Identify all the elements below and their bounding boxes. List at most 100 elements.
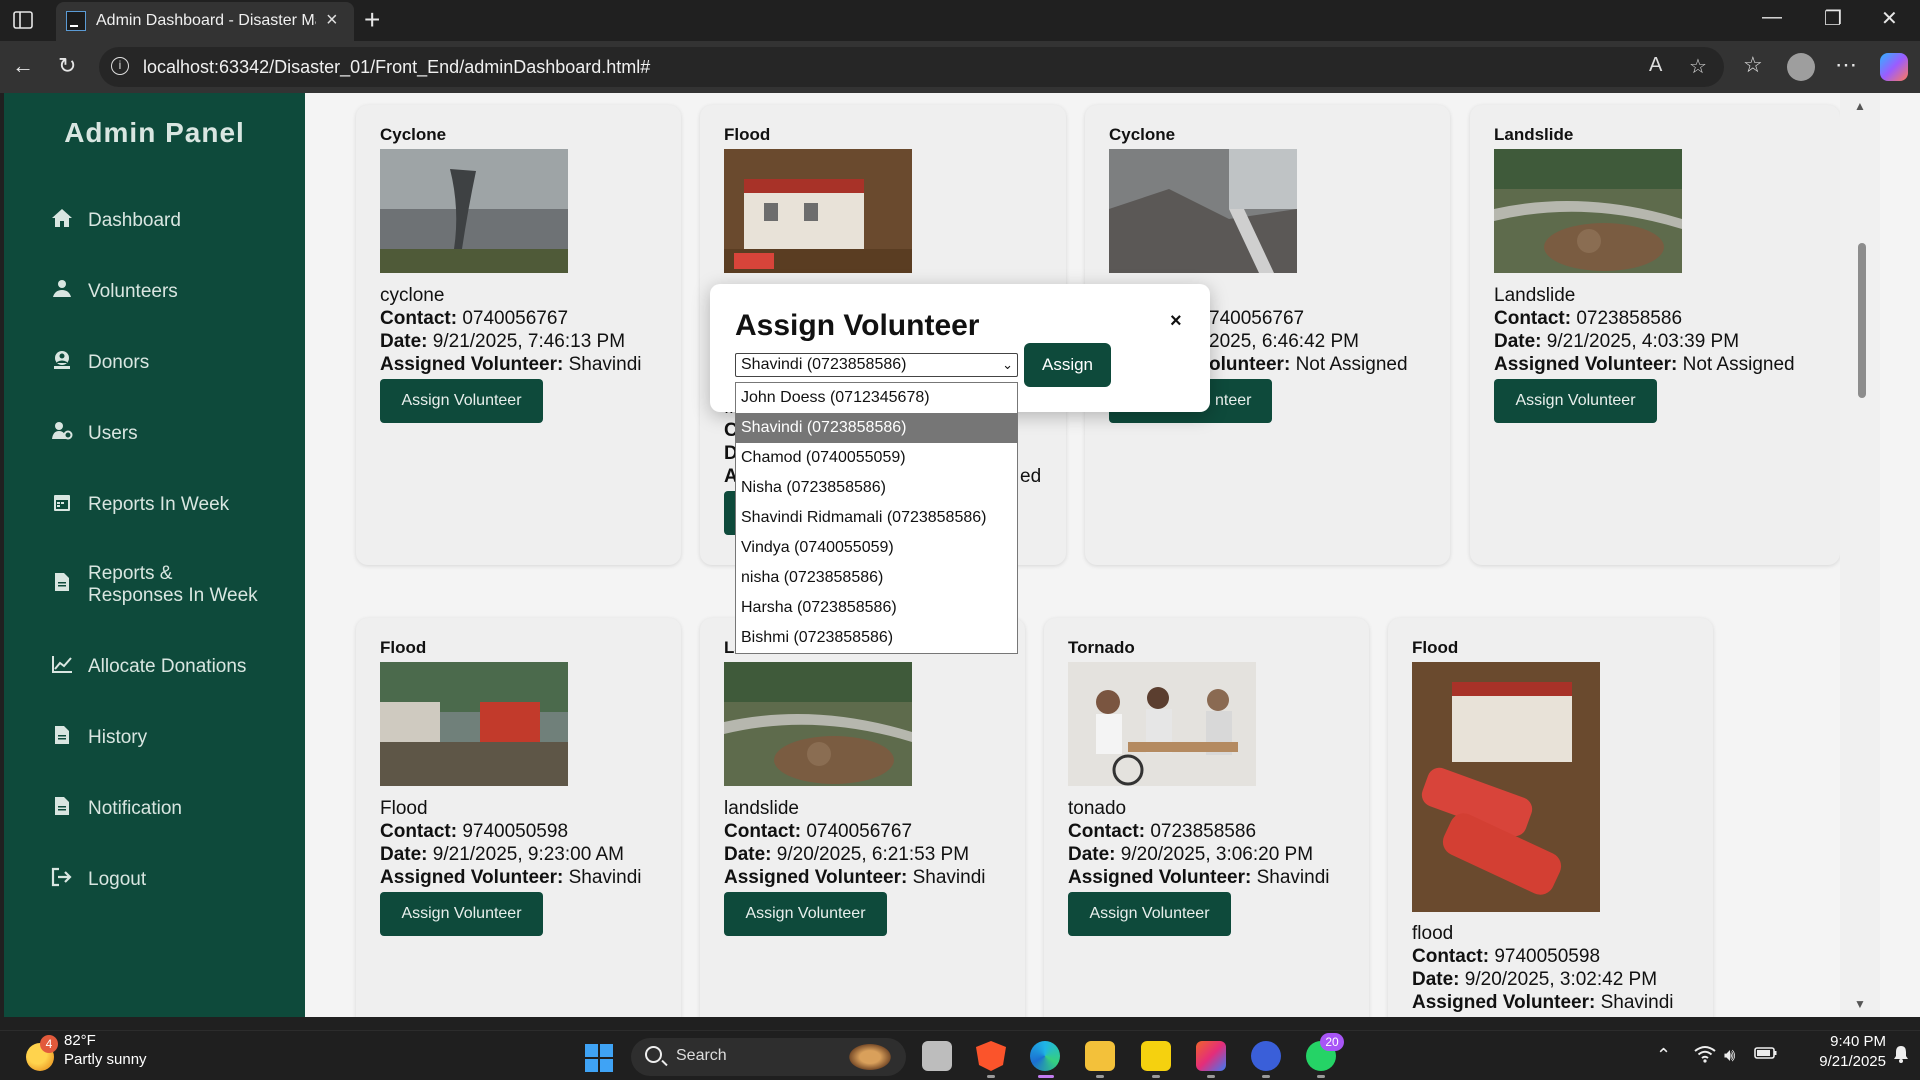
sidebar-item-donors[interactable]: Donors	[50, 350, 149, 376]
clock-time[interactable]: 9:40 PM	[1796, 1033, 1886, 1050]
volunteer-option[interactable]: Bishmi (0723858586)	[736, 623, 1017, 653]
report-description: Flood	[380, 798, 428, 819]
read-aloud-icon[interactable]: A	[1649, 54, 1662, 77]
weather-description[interactable]: Partly sunny	[64, 1051, 147, 1068]
scroll-down-icon[interactable]: ▼	[1854, 997, 1866, 1011]
disaster-type: Cyclone	[380, 125, 447, 144]
show-hidden-icons-icon[interactable]: ⌃	[1656, 1045, 1671, 1066]
clock-date[interactable]: 9/21/2025	[1796, 1053, 1886, 1070]
sticky-notes-icon[interactable]	[1141, 1041, 1171, 1071]
calendar-icon	[50, 492, 74, 518]
volume-icon[interactable]: 🔊︎	[1724, 1045, 1735, 1066]
contact-line: Contact: 9740050598	[380, 821, 569, 842]
sidebar-item-users[interactable]: Users	[50, 421, 138, 447]
sidebar-item-notification[interactable]: Notification	[50, 796, 182, 822]
volunteer-option[interactable]: Nisha (0723858586)	[736, 473, 1017, 503]
disaster-type: Flood	[724, 125, 771, 144]
volunteer-option[interactable]: nisha (0723858586)	[736, 563, 1017, 593]
page-scrollbar[interactable]: ▲ ▼	[1840, 93, 1880, 1017]
window-close-icon[interactable]: ✕	[1881, 6, 1898, 31]
volunteer-option[interactable]: Chamod (0740055059)	[736, 443, 1017, 473]
sidebar-item-logout[interactable]: Logout	[50, 867, 146, 893]
assign-volunteer-button[interactable]: Assign Volunteer	[1494, 379, 1657, 423]
volunteer-option-selected[interactable]: Shavindi (0723858586)	[736, 413, 1017, 443]
volunteer-option[interactable]: Vindya (0740055059)	[736, 533, 1017, 563]
volunteer-option[interactable]: Shavindi Ridmamali (0723858586)	[736, 503, 1017, 533]
scroll-up-icon[interactable]: ▲	[1854, 99, 1866, 113]
report-card: Flood Flood Contact: 9740050598 Date: 9/…	[356, 618, 681, 1017]
browser-toolbar: ← ↻ i localhost:63342/Disaster_01/Front_…	[0, 41, 1920, 93]
new-tab-icon[interactable]: +	[364, 4, 380, 36]
disaster-photo	[1412, 662, 1600, 912]
disaster-type: Flood	[380, 638, 427, 657]
browser-tab-active[interactable]: Admin Dashboard - Disaster Man ×	[56, 2, 354, 41]
app-running-dot	[1096, 1075, 1104, 1078]
tab-close-icon[interactable]: ×	[326, 9, 338, 32]
refresh-icon[interactable]: ↻	[58, 53, 76, 79]
tab-actions-icon[interactable]	[12, 9, 36, 33]
intellij-idea-icon[interactable]	[1196, 1041, 1226, 1071]
assigned-line: Assigned Volunteer: Shavindi	[1068, 867, 1330, 888]
address-bar[interactable]: i localhost:63342/Disaster_01/Front_End/…	[99, 47, 1724, 87]
sidebar-item-history[interactable]: History	[50, 725, 147, 751]
sidebar-item-reports-in-week[interactable]: Reports In Week	[50, 492, 229, 518]
windows-taskbar: 4 82°F Partly sunny Search 20 ⌃ 🔊︎ 9:40 …	[0, 1030, 1920, 1080]
wifi-icon[interactable]	[1694, 1045, 1716, 1068]
weather-temperature[interactable]: 82°F	[64, 1032, 96, 1049]
back-icon[interactable]: ←	[12, 53, 34, 79]
sidebar-item-label: Volunteers	[88, 281, 178, 302]
edge-browser-icon[interactable]	[1030, 1041, 1060, 1071]
sidebar-item-volunteers[interactable]: Volunteers	[50, 279, 178, 305]
app-running-dot	[1207, 1075, 1215, 1078]
modal-close-icon[interactable]: ×	[1170, 310, 1182, 333]
volunteer-option[interactable]: Harsha (0723858586)	[736, 593, 1017, 623]
date-line: Date: 9/20/2025, 3:06:20 PM	[1068, 844, 1314, 865]
tab-title: Admin Dashboard - Disaster Man	[96, 12, 316, 29]
sidebar-item-allocate-donations[interactable]: Allocate Donations	[50, 654, 246, 680]
home-icon	[50, 208, 74, 234]
sidebar-item-reports-responses[interactable]: Reports & Responses In Week	[50, 563, 258, 607]
contact-line: Contact: 0723858586	[1494, 308, 1683, 329]
contact-line: Contact: 0723858586	[1068, 821, 1257, 842]
sidebar-item-label: Dashboard	[88, 210, 181, 231]
volunteer-option[interactable]: John Doess (0712345678)	[736, 383, 1017, 413]
search-icon	[645, 1046, 662, 1063]
file-explorer-icon[interactable]	[1085, 1041, 1115, 1071]
favorites-icon[interactable]: ☆	[1743, 52, 1763, 78]
assign-volunteer-button[interactable]: Assign Volunteer	[724, 892, 887, 936]
report-description: flood	[1412, 923, 1454, 944]
app-running-dot	[987, 1075, 995, 1078]
disaster-photo	[1494, 149, 1682, 273]
favorite-star-icon[interactable]: ☆	[1689, 54, 1707, 79]
profile-avatar[interactable]	[1787, 53, 1815, 81]
copilot-icon[interactable]	[1880, 53, 1908, 81]
assign-volunteer-button[interactable]: Assign Volunteer	[380, 379, 543, 423]
assign-button[interactable]: Assign	[1024, 343, 1111, 387]
minimize-icon[interactable]: —	[1762, 6, 1782, 29]
battery-icon[interactable]	[1754, 1045, 1778, 1066]
weather-badge: 4	[40, 1035, 58, 1053]
report-card: Flood flood Contact: 9740050598 Date: 9/…	[1388, 618, 1713, 1017]
brave-browser-icon[interactable]	[976, 1041, 1006, 1071]
contact-line: Contact: 0740056767	[380, 308, 569, 329]
chart-icon	[50, 654, 74, 680]
sidebar-item-dashboard[interactable]: Dashboard	[50, 208, 181, 234]
scroll-thumb[interactable]	[1858, 243, 1866, 398]
taskbar-search[interactable]: Search	[631, 1038, 906, 1076]
assign-volunteer-button[interactable]: Assign Volunteer	[1068, 892, 1231, 936]
site-info-icon[interactable]: i	[111, 57, 129, 75]
sidebar-item-label: Users	[88, 423, 138, 444]
copilot-app-icon[interactable]	[1251, 1041, 1281, 1071]
assign-volunteer-button[interactable]: Assign Volunteer	[380, 892, 543, 936]
notification-bell-icon[interactable]	[1893, 1045, 1909, 1068]
more-menu-icon[interactable]: ⋯	[1835, 52, 1857, 78]
windows-start-icon[interactable]	[585, 1044, 613, 1072]
task-view-icon[interactable]	[922, 1041, 952, 1071]
whatsapp-badge: 20	[1320, 1033, 1344, 1051]
volunteer-select[interactable]: Shavindi (0723858586) ⌄	[735, 353, 1018, 377]
volunteer-select-value: Shavindi (0723858586)	[741, 356, 907, 373]
assigned-line: Assigned Volunteer: Shavindi	[380, 354, 642, 375]
date-line-partial: 2025, 6:46:42 PM	[1209, 331, 1359, 352]
intellij-favicon-icon	[66, 11, 86, 31]
restore-icon[interactable]: ❐	[1824, 6, 1842, 31]
